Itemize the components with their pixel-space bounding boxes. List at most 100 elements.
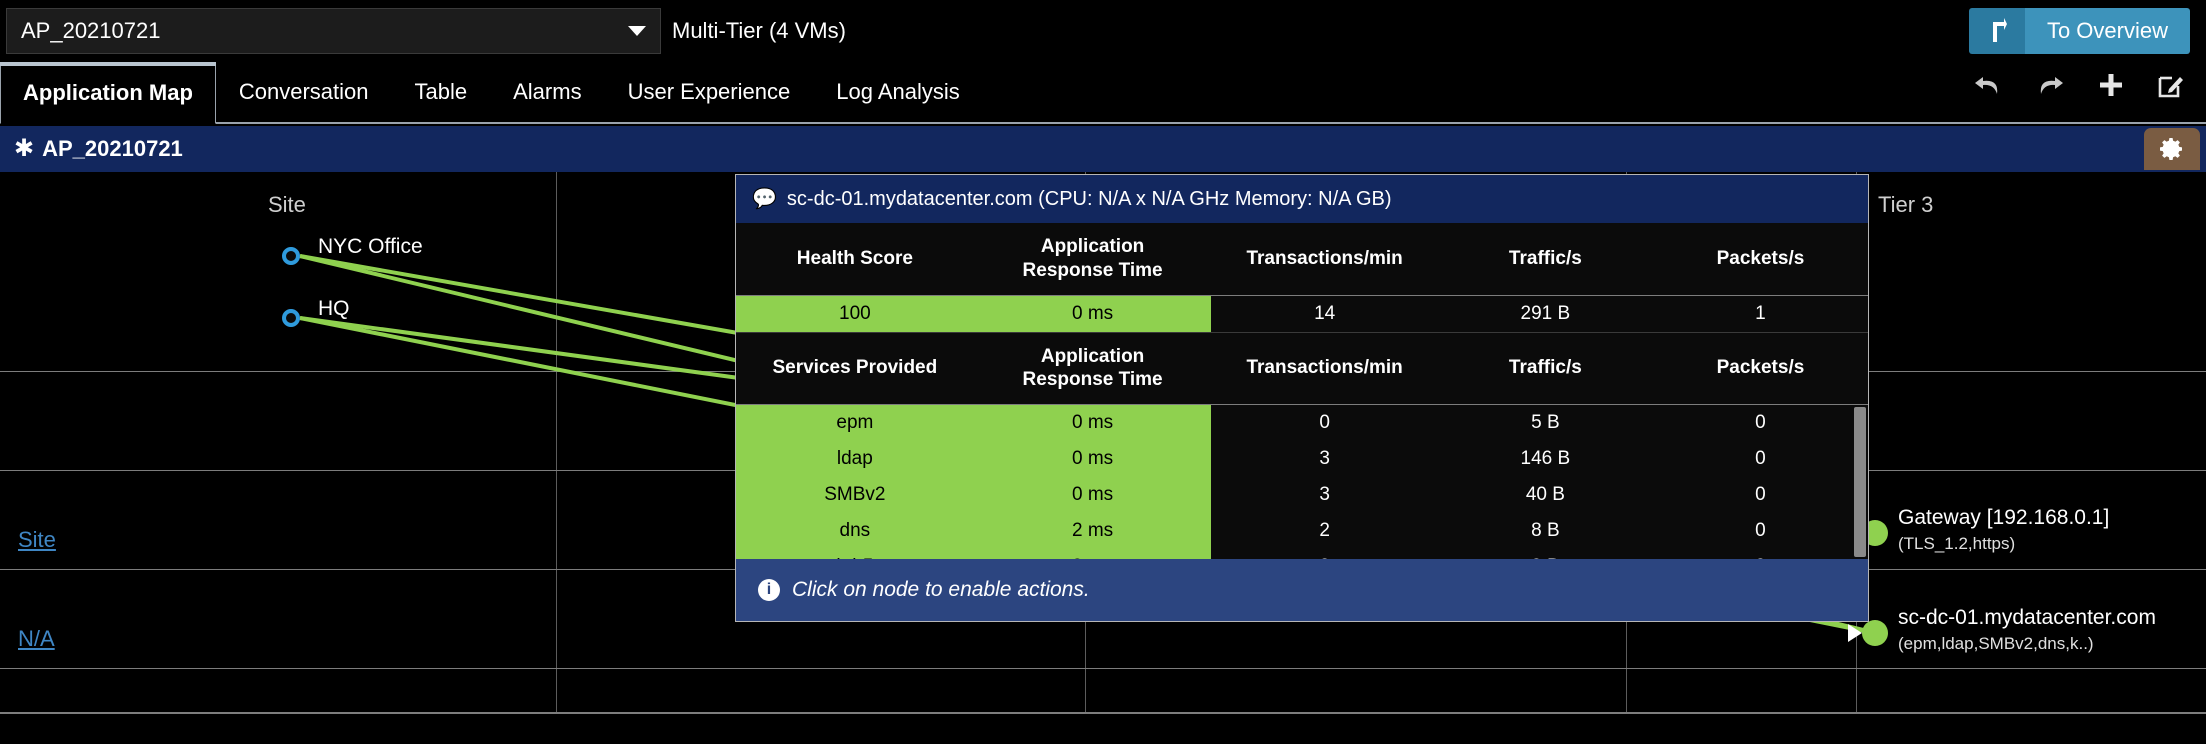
tab-table[interactable]: Table bbox=[392, 62, 491, 122]
map-node-label: sc-dc-01.mydatacenter.com bbox=[1898, 606, 2156, 629]
service-transactions: 3 bbox=[1211, 441, 1438, 477]
services-header-cell: Application Response Time bbox=[973, 332, 1212, 405]
tab-label: Table bbox=[414, 79, 468, 104]
summary-cell-health-score: 100 bbox=[736, 295, 974, 332]
map-node-sublabel: (epm,ldap,SMBv2,dns,k..) bbox=[1898, 634, 2094, 653]
summary-data-row: 100 0 ms 14 291 B 1 bbox=[736, 295, 1868, 332]
summary-header-cell: Traffic/s bbox=[1437, 223, 1653, 296]
map-node-label: Gateway [192.168.0.1] bbox=[1898, 506, 2110, 529]
service-traffic: 146 B bbox=[1437, 441, 1653, 477]
bottom-divider bbox=[0, 712, 2206, 714]
column-title-tier-3: Tier 3 bbox=[1878, 192, 1934, 217]
service-name: SMBv2 bbox=[736, 477, 974, 513]
service-transactions: 0 bbox=[1211, 549, 1438, 559]
service-traffic: 40 B bbox=[1437, 477, 1653, 513]
summary-table: Health Score Application Response Time Tr… bbox=[736, 223, 1868, 332]
summary-table-wrapper: Health Score Application Response Time Tr… bbox=[736, 223, 1868, 333]
asterisk-icon: ✱ bbox=[14, 135, 35, 162]
tab-label: Alarms bbox=[513, 79, 582, 104]
application-select[interactable]: AP_20210721 bbox=[6, 8, 661, 54]
application-map-canvas: Site Tier 3 Site N/A Network Device Phys… bbox=[0, 172, 2206, 712]
services-table: epm 0 ms 0 5 B 0 ldap 0 ms 3 146 B 0 SMB… bbox=[736, 405, 1868, 559]
service-transactions: 0 bbox=[1211, 405, 1438, 441]
summary-header-cell: Packets/s bbox=[1652, 223, 1868, 296]
row-link-na[interactable]: N/A bbox=[18, 626, 55, 652]
service-traffic: 3 B bbox=[1437, 549, 1653, 559]
services-scroll-area[interactable]: epm 0 ms 0 5 B 0 ldap 0 ms 3 146 B 0 SMB… bbox=[736, 405, 1868, 559]
node-detail-popup: 💬 sc-dc-01.mydatacenter.com (CPU: N/A x … bbox=[735, 174, 1869, 622]
info-icon: i bbox=[758, 579, 780, 601]
service-name: krb5 bbox=[736, 549, 974, 559]
services-row: SMBv2 0 ms 3 40 B 0 bbox=[736, 477, 1868, 513]
undo-icon[interactable] bbox=[1974, 74, 2002, 96]
summary-cell-packets: 1 bbox=[1652, 295, 1868, 332]
to-overview-button[interactable]: To Overview bbox=[1968, 8, 2190, 54]
service-transactions: 3 bbox=[1211, 477, 1438, 513]
tab-conversation[interactable]: Conversation bbox=[216, 62, 392, 122]
service-packets: 0 bbox=[1652, 405, 1868, 441]
row-link-site[interactable]: Site bbox=[18, 527, 56, 553]
tab-alarms[interactable]: Alarms bbox=[490, 62, 604, 122]
service-packets: 0 bbox=[1652, 441, 1868, 477]
speech-bubble-icon: 💬 bbox=[752, 188, 777, 210]
tab-label: Log Analysis bbox=[836, 79, 960, 104]
popup-title: sc-dc-01.mydatacenter.com (CPU: N/A x N/… bbox=[786, 187, 1392, 210]
tab-application-map[interactable]: Application Map bbox=[0, 62, 216, 124]
chevron-down-icon bbox=[628, 26, 646, 36]
arrow-head-icon bbox=[1848, 624, 1862, 642]
service-packets: 0 bbox=[1652, 513, 1868, 549]
summary-header-cell: Transactions/min bbox=[1211, 223, 1438, 296]
service-response-time: 0 ms bbox=[973, 441, 1212, 477]
services-header-cell: Traffic/s bbox=[1437, 332, 1653, 405]
column-title-site: Site bbox=[268, 192, 306, 217]
summary-cell-response-time: 0 ms bbox=[973, 295, 1212, 332]
tab-label: Conversation bbox=[238, 79, 369, 104]
services-header-cell: Packets/s bbox=[1652, 332, 1868, 405]
service-name: epm bbox=[736, 405, 974, 441]
map-node-label: NYC Office bbox=[318, 235, 423, 258]
map-node-label: HQ bbox=[318, 297, 350, 320]
application-select-value: AP_20210721 bbox=[21, 18, 161, 43]
map-node-sublabel: (TLS_1.2,https) bbox=[1898, 534, 2016, 553]
services-header-row: Services Provided Application Response Ti… bbox=[736, 332, 1868, 405]
services-row: ldap 0 ms 3 146 B 0 bbox=[736, 441, 1868, 477]
tier-summary-label: Multi-Tier (4 VMs) bbox=[672, 18, 846, 43]
service-name: ldap bbox=[736, 441, 974, 477]
service-packets: 0 bbox=[1652, 477, 1868, 513]
tab-label: User Experience bbox=[627, 79, 791, 104]
summary-header-cell: Health Score bbox=[736, 223, 974, 296]
popup-footer-text: Click on node to enable actions. bbox=[792, 578, 1090, 601]
service-response-time: 0 ms bbox=[973, 477, 1212, 513]
application-header-title: AP_20210721 bbox=[42, 136, 183, 161]
settings-gear-button[interactable] bbox=[2144, 128, 2200, 170]
edit-icon[interactable] bbox=[2158, 72, 2184, 98]
service-response-time: 0 ms bbox=[973, 549, 1212, 559]
service-traffic: 5 B bbox=[1437, 405, 1653, 441]
application-header-bar: ✱ AP_20210721 bbox=[0, 126, 2206, 172]
gear-icon bbox=[2160, 138, 2182, 160]
node-dot-icon bbox=[1862, 620, 1888, 646]
service-packets: 0 bbox=[1652, 549, 1868, 559]
node-dot-icon bbox=[282, 309, 300, 327]
service-name: dns bbox=[736, 513, 974, 549]
services-scrollbar-thumb[interactable] bbox=[1854, 407, 1866, 557]
plus-icon[interactable] bbox=[2098, 72, 2124, 98]
tab-user-experience[interactable]: User Experience bbox=[605, 62, 814, 122]
summary-cell-traffic: 291 B bbox=[1437, 295, 1653, 332]
tab-bar: Application Map Conversation Table Alarm… bbox=[0, 62, 2206, 124]
tab-label: Application Map bbox=[23, 80, 193, 105]
popup-footer: i Click on node to enable actions. bbox=[736, 559, 1868, 621]
services-header-cell: Transactions/min bbox=[1211, 332, 1438, 405]
application-map-page: AP_20210721 Multi-Tier (4 VMs) To Overvi… bbox=[0, 0, 2206, 744]
summary-header-row: Health Score Application Response Time Tr… bbox=[736, 223, 1868, 296]
tab-log-analysis[interactable]: Log Analysis bbox=[813, 62, 983, 122]
services-row: krb5 0 ms 0 3 B 0 bbox=[736, 549, 1868, 559]
redo-icon[interactable] bbox=[2036, 74, 2064, 96]
services-header-table: Services Provided Application Response Ti… bbox=[736, 332, 1868, 405]
services-header-cell: Services Provided bbox=[736, 332, 974, 405]
services-row: epm 0 ms 0 5 B 0 bbox=[736, 405, 1868, 441]
service-response-time: 2 ms bbox=[973, 513, 1212, 549]
up-arrow-turn-icon bbox=[1968, 8, 2025, 54]
service-traffic: 8 B bbox=[1437, 513, 1653, 549]
to-overview-label: To Overview bbox=[2024, 8, 2190, 54]
